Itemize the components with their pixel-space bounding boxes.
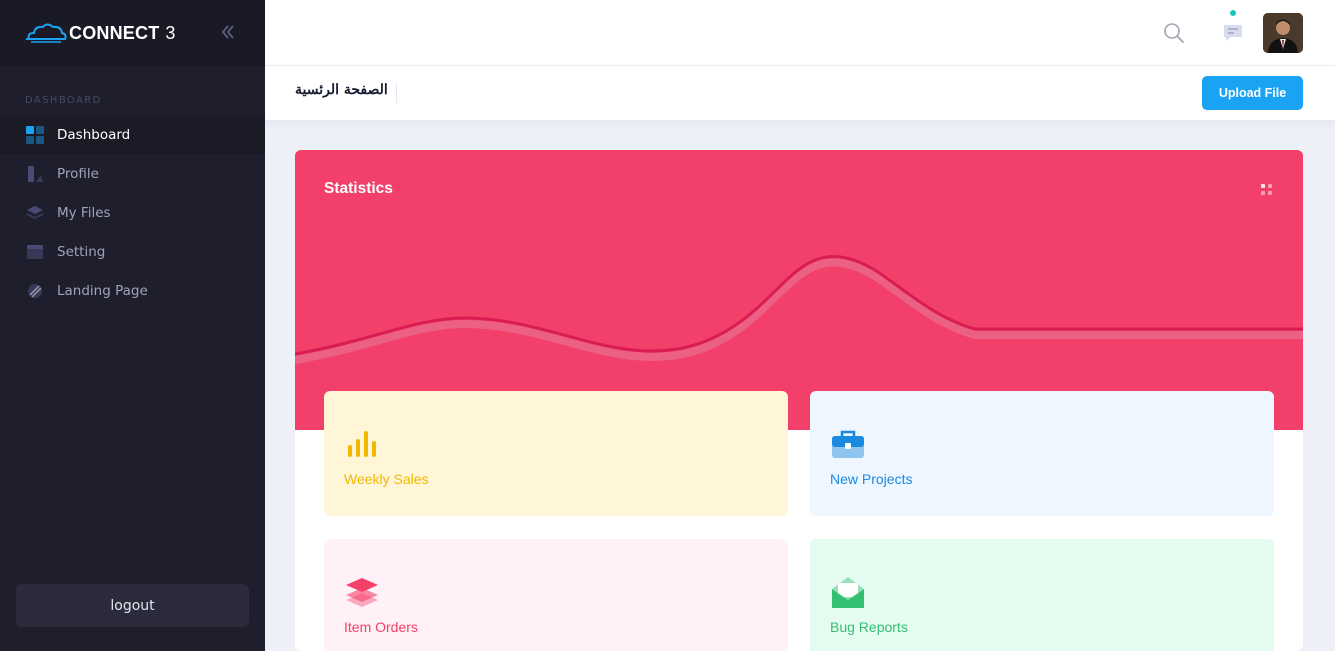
sidebar-item-dashboard[interactable]: Dashboard	[0, 115, 265, 154]
chat-icon[interactable]	[1222, 22, 1244, 44]
double-chevron-left-icon[interactable]	[218, 22, 238, 42]
sidebar-item-label: Setting	[57, 243, 106, 260]
layers-stack-icon	[346, 578, 378, 607]
envelope-open-icon	[832, 577, 864, 608]
sidebar-item-label: Profile	[57, 165, 99, 182]
sidebar-item-profile[interactable]: Profile	[0, 154, 265, 193]
statistics-title: Statistics	[324, 180, 393, 197]
sidebar-item-label: Dashboard	[57, 126, 131, 143]
sidebar: CONNECT 3 DASHBOARD Dashboard Profile My…	[0, 0, 265, 651]
dashboard-grid-icon	[26, 125, 44, 144]
search-icon[interactable]	[1163, 22, 1185, 44]
tile-label: Weekly Sales	[344, 471, 429, 487]
subheader: الصفحة الرئسية Upload File	[265, 66, 1335, 120]
bar-chart-icon	[348, 431, 376, 457]
brand[interactable]: CONNECT 3	[0, 0, 265, 66]
statistics-wave-line	[295, 255, 1303, 364]
brand-name: CONNECT 3	[69, 22, 176, 43]
brush-icon	[28, 283, 42, 298]
tile-label: Bug Reports	[830, 619, 908, 635]
title-divider	[396, 83, 397, 103]
new-projects-tile[interactable]: New Projects	[810, 391, 1274, 516]
sidebar-item-label: Landing Page	[57, 282, 148, 299]
logout-button[interactable]: logout	[16, 584, 249, 627]
more-options-icon[interactable]	[1261, 184, 1273, 196]
briefcase-icon	[832, 430, 864, 458]
sidebar-item-my-files[interactable]: My Files	[0, 193, 265, 232]
layers-icon	[26, 205, 44, 219]
profile-icon	[28, 165, 43, 182]
avatar-photo	[1263, 13, 1303, 53]
item-orders-tile[interactable]: Item Orders	[324, 539, 788, 651]
sidebar-section-label: DASHBOARD	[25, 95, 102, 106]
top-header	[265, 0, 1335, 66]
statistics-header: Statistics	[295, 150, 1303, 430]
sidebar-item-setting[interactable]: Setting	[0, 232, 265, 271]
upload-file-button[interactable]: Upload File	[1202, 76, 1303, 110]
cloud-logo-icon	[26, 23, 67, 43]
bug-reports-tile[interactable]: Bug Reports	[810, 539, 1274, 651]
sidebar-item-label: My Files	[57, 204, 111, 221]
user-avatar[interactable]	[1263, 13, 1303, 53]
page-title: الصفحة الرئسية	[295, 82, 388, 98]
sidebar-nav: Dashboard Profile My Files Setting Landi…	[0, 115, 265, 310]
window-icon	[27, 244, 43, 259]
sidebar-item-landing-page[interactable]: Landing Page	[0, 271, 265, 310]
tile-label: New Projects	[830, 471, 913, 487]
weekly-sales-tile[interactable]: Weekly Sales	[324, 391, 788, 516]
tile-label: Item Orders	[344, 619, 418, 635]
online-status-dot	[1230, 10, 1236, 16]
